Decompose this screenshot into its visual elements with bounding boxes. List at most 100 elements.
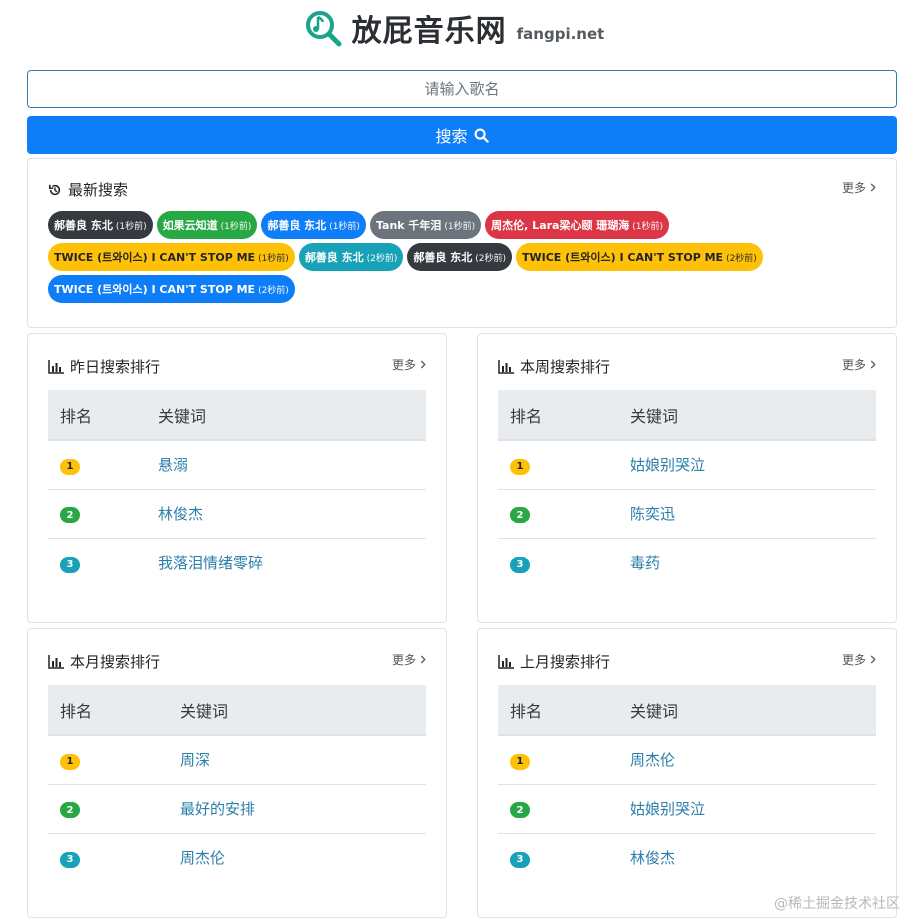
keyword-link[interactable]: 周深 (180, 751, 210, 769)
site-title[interactable]: 放屁音乐网 (352, 6, 507, 50)
recent-tag[interactable]: 如果云知道 (1秒前) (156, 211, 258, 239)
keyword-link[interactable]: 最好的安排 (180, 800, 255, 818)
tag-time: (1秒前) (444, 221, 476, 232)
keyword-cell: 姑娘别哭泣 (630, 440, 876, 490)
ranking-table: 排名 关键词 1 姑娘别哭泣 2 陈奕迅 3 毒药 (498, 390, 876, 587)
rank-cell: 1 (498, 735, 630, 785)
more-label: 更多 (841, 181, 866, 195)
rank-badge: 3 (60, 851, 80, 868)
rank-cell: 2 (48, 489, 158, 539)
more-label: 更多 (841, 653, 866, 667)
ranking-more-link[interactable]: 更多 (842, 356, 876, 373)
keyword-link[interactable]: 林俊杰 (630, 849, 675, 867)
column-header-rank: 排名 (48, 390, 158, 441)
tag-time: (1秒前) (329, 221, 360, 232)
search-button[interactable]: 搜索 (27, 116, 897, 154)
keyword-cell: 悬溺 (158, 440, 426, 490)
recent-tag[interactable]: 郝善良 东北 (2秒前) (407, 243, 512, 271)
recent-tag[interactable]: TWICE (트와이스) I CAN'T STOP ME (2秒前) (516, 243, 763, 271)
keyword-link[interactable]: 姑娘别哭泣 (630, 456, 705, 474)
tag-text: TWICE (트와이스) I CAN'T STOP ME (54, 251, 256, 264)
tag-time: (1秒前) (220, 221, 252, 232)
rank-cell: 3 (48, 833, 180, 882)
rank-badge: 2 (60, 507, 80, 524)
keyword-link[interactable]: 姑娘别哭泣 (630, 800, 705, 818)
keyword-link[interactable]: 周杰伦 (630, 751, 675, 769)
tag-text: TWICE (트와이스) I CAN'T STOP ME (54, 283, 256, 296)
table-header-row: 排名 关键词 (498, 390, 876, 441)
recent-more-link[interactable]: 更多 (842, 179, 876, 196)
rank-badge: 1 (60, 458, 80, 475)
recent-tag[interactable]: 周杰伦, Lara梁心颐 珊瑚海 (1秒前) (485, 211, 670, 239)
ranking-title-label: 本周搜索排行 (520, 358, 611, 376)
keyword-link[interactable]: 周杰伦 (180, 849, 225, 867)
music-search-icon[interactable] (304, 9, 344, 49)
tag-text: 郝善良 东北 (267, 219, 327, 232)
rank-badge: 2 (510, 802, 530, 819)
recent-searches-card: 最新搜索 更多 郝善良 东北 (1秒前) 如果云知道 (1秒前) 郝善良 东北 (1秒… (27, 158, 897, 328)
table-row: 1 姑娘别哭泣 (498, 440, 876, 490)
ranking-card-week: 本周搜索排行 更多 排名 关键词 1 姑娘别哭泣 2 陈奕迅 3 毒药 (477, 333, 897, 623)
recent-tag[interactable]: TWICE (트와이스) I CAN'T STOP ME (2秒前) (48, 275, 295, 303)
keyword-link[interactable]: 毒药 (630, 554, 660, 572)
ranking-more-link[interactable]: 更多 (842, 651, 876, 668)
rank-cell: 3 (498, 538, 630, 587)
rank-cell: 1 (498, 440, 630, 490)
ranking-more-link[interactable]: 更多 (392, 356, 426, 373)
rank-cell: 1 (48, 735, 180, 785)
table-header-row: 排名 关键词 (48, 390, 426, 441)
recent-tag[interactable]: Tank 千年泪 (1秒前) (369, 211, 482, 239)
rank-cell: 1 (48, 440, 158, 490)
recent-tag[interactable]: TWICE (트와이스) I CAN'T STOP ME (1秒前) (48, 243, 295, 271)
keyword-cell: 我落泪情绪零碎 (158, 538, 426, 587)
recent-tag[interactable]: 郝善良 东北 (1秒前) (261, 211, 366, 239)
recent-tags: 郝善良 东北 (1秒前) 如果云知道 (1秒前) 郝善良 东北 (1秒前) Tank … (48, 211, 888, 307)
keyword-link[interactable]: 我落泪情绪零碎 (158, 554, 263, 572)
keyword-cell: 林俊杰 (158, 489, 426, 539)
tag-time: (1秒前) (632, 221, 664, 232)
keyword-cell: 林俊杰 (630, 833, 876, 882)
tag-text: TWICE (트와이스) I CAN'T STOP ME (522, 251, 724, 264)
keyword-cell: 最好的安排 (180, 784, 426, 834)
column-header-keyword: 关键词 (158, 390, 426, 441)
keyword-cell: 周杰伦 (180, 833, 426, 882)
recent-tag[interactable]: 郝善良 东北 (1秒前) (48, 211, 153, 239)
rank-cell: 2 (48, 784, 180, 834)
column-header-rank: 排名 (498, 390, 630, 441)
tag-time: (1秒前) (115, 221, 147, 232)
keyword-link[interactable]: 陈奕迅 (630, 505, 675, 523)
search-icon (474, 128, 489, 143)
rank-cell: 2 (498, 784, 630, 834)
more-label: 更多 (841, 358, 866, 372)
keyword-cell: 周深 (180, 735, 426, 785)
bar-chart-icon (498, 359, 514, 374)
ranking-title: 昨日搜索排行 (48, 356, 160, 377)
keyword-link[interactable]: 林俊杰 (158, 505, 203, 523)
ranking-card-last-month: 上月搜索排行 更多 排名 关键词 1 周杰伦 2 姑娘别哭泣 3 林俊杰 (477, 628, 897, 918)
table-row: 2 姑娘别哭泣 (498, 784, 876, 834)
ranking-title: 上月搜索排行 (498, 651, 610, 672)
rank-cell: 3 (48, 538, 158, 587)
ranking-card-yesterday: 昨日搜索排行 更多 排名 关键词 1 悬溺 2 林俊杰 3 我落泪情绪零碎 (27, 333, 447, 623)
ranking-table: 排名 关键词 1 周深 2 最好的安排 3 周杰伦 (48, 685, 426, 882)
ranking-card-month: 本月搜索排行 更多 排名 关键词 1 周深 2 最好的安排 3 周杰伦 (27, 628, 447, 918)
chevron-right-icon (870, 655, 876, 664)
recent-tag[interactable]: 郝善良 东北 (2秒前) (298, 243, 404, 271)
tag-time: (2秒前) (475, 253, 506, 264)
keyword-cell: 周杰伦 (630, 735, 876, 785)
keyword-link[interactable]: 悬溺 (158, 456, 188, 474)
table-row: 2 最好的安排 (48, 784, 426, 834)
watermark: @稀土掘金技术社区 (774, 896, 900, 912)
column-header-rank: 排名 (48, 685, 180, 736)
bar-chart-icon (498, 654, 514, 669)
search-input[interactable] (27, 70, 897, 108)
keyword-cell: 陈奕迅 (630, 489, 876, 539)
rank-badge: 3 (60, 556, 80, 573)
tag-time: (2秒前) (258, 285, 289, 296)
tag-text: 郝善良 东北 (413, 251, 473, 264)
ranking-more-link[interactable]: 更多 (392, 651, 426, 668)
table-row: 3 毒药 (498, 538, 876, 587)
rank-badge: 3 (510, 851, 530, 868)
tag-time: (1秒前) (258, 253, 289, 264)
column-header-rank: 排名 (498, 685, 630, 736)
